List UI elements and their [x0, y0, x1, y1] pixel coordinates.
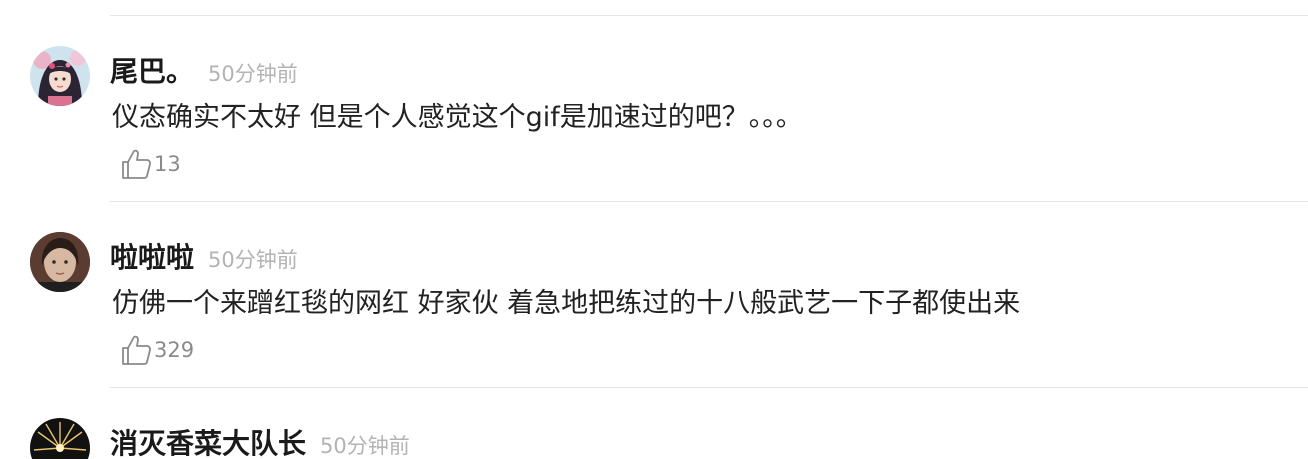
like-count: 329	[154, 338, 195, 362]
divider	[110, 201, 1308, 202]
comment-header: 尾巴。 50分钟前	[110, 50, 298, 90]
thumbs-up-icon	[122, 335, 151, 365]
username[interactable]: 消灭香菜大队长	[110, 427, 306, 459]
username[interactable]: 啦啦啦	[110, 241, 194, 274]
timestamp: 50分钟前	[208, 248, 298, 272]
anime-girl-avatar-icon	[30, 46, 90, 106]
like-button[interactable]: 329	[120, 333, 194, 367]
thumbs-up-icon	[122, 149, 151, 179]
firework-avatar-icon	[30, 418, 90, 459]
username[interactable]: 尾巴。	[110, 55, 194, 88]
portrait-avatar-icon	[30, 232, 90, 292]
comment-text: 仪态确实不太好 但是个人感觉这个gif是加速过的吧？。。。	[112, 102, 803, 133]
avatar[interactable]	[30, 46, 90, 106]
avatar[interactable]	[30, 418, 90, 459]
avatar[interactable]	[30, 232, 90, 292]
divider	[110, 387, 1308, 388]
comment-text: 仿佛一个来蹭红毯的网红 好家伙 着急地把练过的十八般武艺一下子都使出来	[112, 288, 1021, 319]
timestamp: 50分钟前	[320, 434, 410, 458]
comment-feed: 尾巴。 50分钟前 仪态确实不太好 但是个人感觉这个gif是加速过的吧？。。。 1…	[0, 0, 1308, 459]
comment-header: 啦啦啦 50分钟前	[110, 236, 298, 276]
comment-header: 消灭香菜大队长 50分钟前	[110, 422, 410, 459]
timestamp: 50分钟前	[208, 62, 298, 86]
like-button[interactable]: 13	[120, 147, 181, 181]
divider	[110, 15, 1308, 16]
like-count: 13	[154, 152, 181, 176]
